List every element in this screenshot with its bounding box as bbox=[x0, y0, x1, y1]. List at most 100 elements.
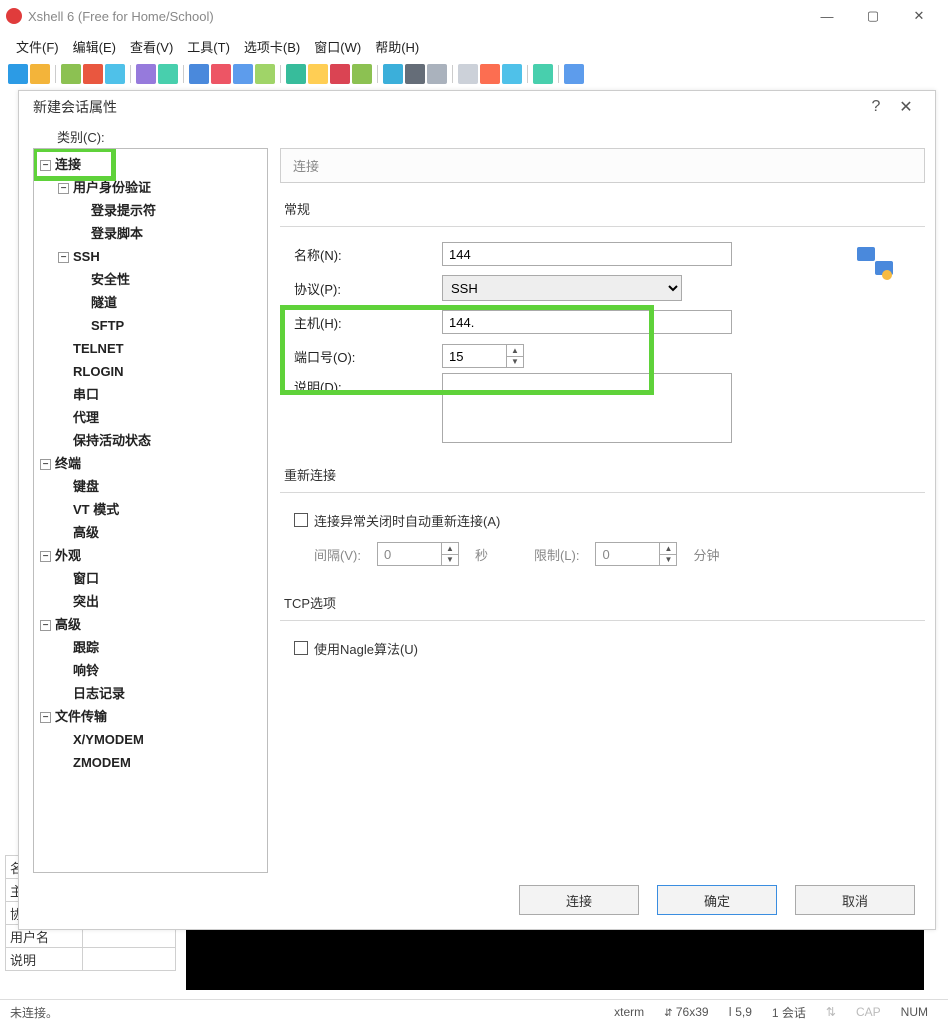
tree-tunnel[interactable]: 隧道 bbox=[76, 291, 263, 314]
dialog-close-button[interactable]: ✕ bbox=[891, 97, 921, 117]
tree-highlight[interactable]: 突出 bbox=[58, 590, 263, 613]
tree-rlogin[interactable]: RLOGIN bbox=[58, 360, 263, 383]
protocol-label: 协议(P): bbox=[294, 279, 434, 298]
toolbar-icon[interactable] bbox=[533, 64, 553, 84]
toolbar-icon[interactable] bbox=[83, 64, 103, 84]
tree-serial[interactable]: 串口 bbox=[58, 383, 263, 406]
tree-advanced[interactable]: 高级 bbox=[58, 521, 263, 544]
menu-edit[interactable]: 编辑(E) bbox=[67, 34, 122, 59]
chevron-up-icon[interactable]: ▲ bbox=[660, 543, 676, 555]
toolbar-icon[interactable] bbox=[136, 64, 156, 84]
chevron-up-icon[interactable]: ▲ bbox=[442, 543, 458, 555]
tree-advanced2[interactable]: −高级 跟踪 响铃 日志记录 bbox=[40, 613, 263, 705]
toolbar-icon[interactable] bbox=[502, 64, 522, 84]
tree-keyboard[interactable]: 键盘 bbox=[58, 475, 263, 498]
menu-file[interactable]: 文件(F) bbox=[10, 34, 65, 59]
chevron-down-icon[interactable]: ▼ bbox=[442, 555, 458, 566]
toolbar-icon[interactable] bbox=[330, 64, 350, 84]
tree-connection[interactable]: −连接 −用户身份验证 登录提示符 登录脚本 −SSH bbox=[40, 153, 263, 452]
toolbar bbox=[0, 60, 948, 88]
interval-input[interactable] bbox=[377, 542, 441, 566]
port-label: 端口号(O): bbox=[294, 347, 434, 366]
ok-button[interactable]: 确定 bbox=[657, 885, 777, 915]
host-input[interactable] bbox=[442, 310, 732, 334]
description-textarea[interactable] bbox=[442, 373, 732, 443]
toolbar-icon[interactable] bbox=[286, 64, 306, 84]
checkbox-icon bbox=[294, 641, 308, 655]
tree-file-transfer[interactable]: −文件传输 X/YMODEM ZMODEM bbox=[40, 705, 263, 774]
tree-logging[interactable]: 日志记录 bbox=[58, 682, 263, 705]
toolbar-icon[interactable] bbox=[427, 64, 447, 84]
tree-vt[interactable]: VT 模式 bbox=[58, 498, 263, 521]
port-stepper[interactable]: ▲▼ bbox=[442, 344, 524, 368]
menu-tools[interactable]: 工具(T) bbox=[181, 34, 236, 59]
toolbar-icon[interactable] bbox=[105, 64, 125, 84]
chevron-down-icon[interactable]: ▼ bbox=[507, 357, 523, 368]
toolbar-icon[interactable] bbox=[564, 64, 584, 84]
toolbar-icon[interactable] bbox=[383, 64, 403, 84]
limit-stepper[interactable]: ▲▼ bbox=[595, 542, 677, 566]
tree-proxy[interactable]: 代理 bbox=[58, 406, 263, 429]
status-connection: 未连接。 bbox=[10, 1004, 58, 1021]
protocol-select[interactable]: SSH bbox=[442, 275, 682, 301]
tree-appearance[interactable]: −外观 窗口 突出 bbox=[40, 544, 263, 613]
dialog-help-button[interactable]: ? bbox=[861, 98, 891, 116]
tree-security[interactable]: 安全性 bbox=[76, 268, 263, 291]
minutes-label: 分钟 bbox=[693, 545, 719, 564]
cancel-button[interactable]: 取消 bbox=[795, 885, 915, 915]
interval-stepper[interactable]: ▲▼ bbox=[377, 542, 459, 566]
status-num: NUM bbox=[901, 1005, 928, 1019]
chevron-down-icon[interactable]: ▼ bbox=[660, 555, 676, 566]
tree-telnet[interactable]: TELNET bbox=[58, 337, 263, 360]
name-input[interactable] bbox=[442, 242, 732, 266]
toolbar-icon[interactable] bbox=[61, 64, 81, 84]
category-tree[interactable]: −连接 −用户身份验证 登录提示符 登录脚本 −SSH bbox=[33, 148, 268, 873]
maximize-button[interactable]: ▢ bbox=[850, 1, 896, 31]
status-updown-icon: ⇅ bbox=[826, 1005, 836, 1019]
toolbar-icon[interactable] bbox=[352, 64, 372, 84]
menu-tab[interactable]: 选项卡(B) bbox=[238, 34, 306, 59]
chevron-up-icon[interactable]: ▲ bbox=[507, 345, 523, 357]
toolbar-icon[interactable] bbox=[480, 64, 500, 84]
tree-sftp[interactable]: SFTP bbox=[76, 314, 263, 337]
session-properties-dialog: 新建会话属性 ? ✕ 类别(C): −连接 −用户身份验证 登录提示符 bbox=[18, 90, 936, 930]
tree-login-prompt[interactable]: 登录提示符 bbox=[76, 199, 263, 222]
menu-view[interactable]: 查看(V) bbox=[124, 34, 179, 59]
interval-label: 间隔(V): bbox=[314, 545, 361, 564]
toolbar-icon[interactable] bbox=[458, 64, 478, 84]
toolbar-icon[interactable] bbox=[405, 64, 425, 84]
terminal-area[interactable] bbox=[186, 930, 924, 990]
menu-help[interactable]: 帮助(H) bbox=[369, 34, 425, 59]
port-input[interactable] bbox=[442, 344, 506, 368]
nagle-checkbox[interactable]: 使用Nagle算法(U) bbox=[294, 639, 418, 658]
limit-input[interactable] bbox=[595, 542, 659, 566]
panel-title: 连接 bbox=[280, 148, 925, 183]
toolbar-icon[interactable] bbox=[211, 64, 231, 84]
toolbar-icon[interactable] bbox=[308, 64, 328, 84]
host-label: 主机(H): bbox=[294, 313, 434, 332]
tree-ssh[interactable]: −SSH 安全性 隧道 SFTP bbox=[58, 245, 263, 337]
tree-trace[interactable]: 跟踪 bbox=[58, 636, 263, 659]
tree-zmodem[interactable]: ZMODEM bbox=[58, 751, 263, 774]
tree-login-script[interactable]: 登录脚本 bbox=[76, 222, 263, 245]
connect-button[interactable]: 连接 bbox=[519, 885, 639, 915]
tree-xymodem[interactable]: X/YMODEM bbox=[58, 728, 263, 751]
toolbar-icon[interactable] bbox=[255, 64, 275, 84]
toolbar-icon[interactable] bbox=[30, 64, 50, 84]
menu-window[interactable]: 窗口(W) bbox=[308, 34, 367, 59]
close-button[interactable]: ✕ bbox=[896, 1, 942, 31]
minimize-button[interactable]: — bbox=[804, 1, 850, 31]
tree-keepalive[interactable]: 保持活动状态 bbox=[58, 429, 263, 452]
toolbar-icon[interactable] bbox=[158, 64, 178, 84]
status-term: xterm bbox=[614, 1005, 644, 1019]
toolbar-icon[interactable] bbox=[189, 64, 209, 84]
tree-terminal[interactable]: −终端 键盘 VT 模式 高级 bbox=[40, 452, 263, 544]
tree-bell[interactable]: 响铃 bbox=[58, 659, 263, 682]
toolbar-icon[interactable] bbox=[233, 64, 253, 84]
tree-auth[interactable]: −用户身份验证 登录提示符 登录脚本 bbox=[58, 176, 263, 245]
tree-window[interactable]: 窗口 bbox=[58, 567, 263, 590]
toolbar-icon[interactable] bbox=[8, 64, 28, 84]
auto-reconnect-checkbox[interactable]: 连接异常关闭时自动重新连接(A) bbox=[294, 511, 500, 530]
network-icon bbox=[855, 245, 895, 284]
name-label: 名称(N): bbox=[294, 245, 434, 264]
